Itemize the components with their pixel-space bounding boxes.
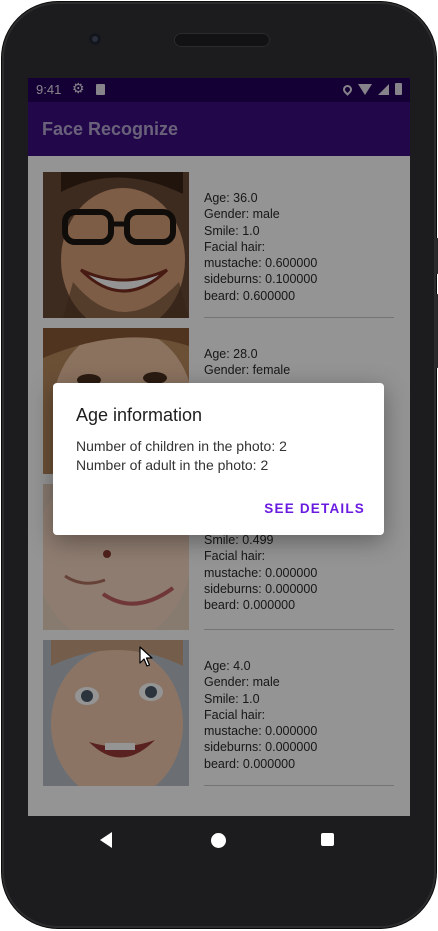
earpiece-speaker [174, 33, 270, 47]
dialog-message: Number of children in the photo: 2 Numbe… [76, 437, 287, 475]
back-icon[interactable] [100, 832, 112, 848]
mouse-cursor-icon [139, 646, 153, 667]
adult-count-text: Number of adult in the photo: 2 [76, 457, 269, 473]
see-details-button[interactable]: SEE DETAILS [264, 501, 365, 516]
dialog-title: Age information [76, 405, 203, 425]
children-count-text: Number of children in the photo: 2 [76, 438, 287, 454]
home-icon[interactable] [211, 833, 226, 848]
age-information-dialog: Age information Number of children in th… [53, 383, 384, 535]
front-camera [89, 33, 101, 45]
screen: 9:41 ⚙ Face Recognize Age: 36.0 Gender: … [28, 78, 410, 816]
phone-frame: 9:41 ⚙ Face Recognize Age: 36.0 Gender: … [2, 2, 438, 928]
navigation-bar [28, 816, 410, 864]
recents-icon[interactable] [321, 833, 334, 846]
